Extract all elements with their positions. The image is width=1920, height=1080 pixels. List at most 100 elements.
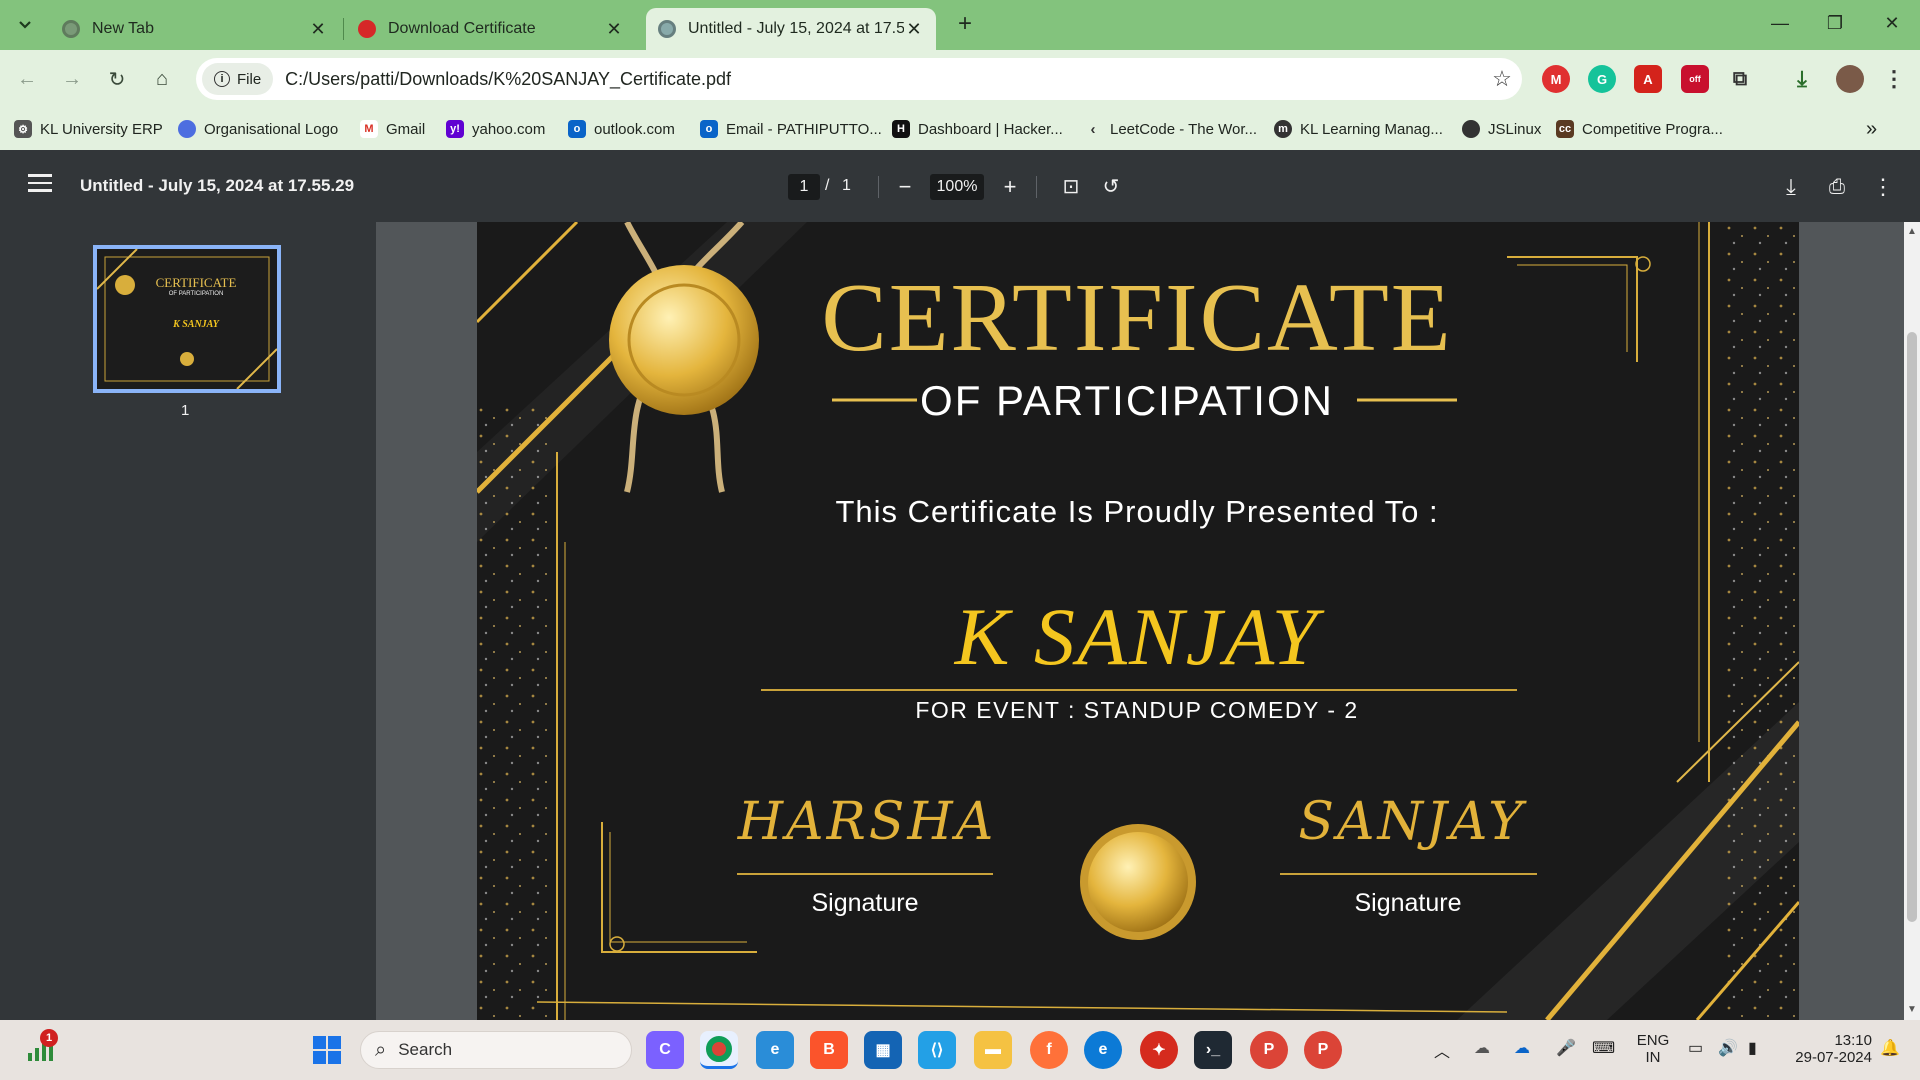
site-info-chip[interactable]: i File (202, 63, 274, 95)
sidebar-menu-icon[interactable] (28, 174, 52, 192)
download-icon[interactable]: ⤓ (1788, 65, 1816, 93)
bookmark-kl-lms[interactable]: m KL Learning Manag... (1274, 116, 1443, 142)
keyboard-icon[interactable]: ⌨ (1592, 1038, 1615, 1058)
bookmark-outlook[interactable]: o outlook.com (568, 116, 675, 142)
restore-icon[interactable]: ❐ (1815, 8, 1855, 38)
back-icon[interactable]: ← (12, 64, 42, 94)
notification-bell-icon[interactable]: 🔔 (1880, 1038, 1900, 1058)
tab-title: New Tab (92, 20, 154, 37)
clock[interactable]: 13:10 29-07-2024 (1786, 1032, 1872, 1066)
chrome-profile-icon[interactable]: P (1250, 1031, 1288, 1069)
widgets-icon[interactable]: 1 (22, 1029, 60, 1069)
fit-page-icon[interactable]: ⊡ (1056, 172, 1086, 202)
recipient-name: K SANJAY (954, 591, 1320, 682)
bookmark-email[interactable]: o Email - PATHIPUTTO... (700, 116, 882, 142)
extensions-puzzle-icon[interactable]: ⧉ (1726, 65, 1754, 93)
mega-extension-icon[interactable]: M (1542, 65, 1570, 93)
grammarly-icon[interactable]: G (1588, 65, 1616, 93)
zoom-level-input[interactable]: 100% (930, 174, 984, 200)
language-indicator[interactable]: ENG IN (1636, 1032, 1670, 1066)
onedrive-icon[interactable]: ☁ (1474, 1038, 1490, 1058)
bookmark-label: KL Learning Manag... (1300, 120, 1443, 138)
bookmark-gmail[interactable]: M Gmail (360, 116, 425, 142)
more-bookmarks-icon[interactable]: » (1866, 116, 1877, 142)
file-explorer-icon[interactable]: ▬ (974, 1031, 1012, 1069)
bookmark-yahoo[interactable]: y! yahoo.com (446, 116, 545, 142)
close-tab-icon[interactable]: ✕ (604, 19, 624, 40)
microphone-icon[interactable]: 🎤 (1556, 1038, 1576, 1058)
print-icon[interactable]: ⎙ (1822, 172, 1852, 202)
chrome-taskbar-icon[interactable] (700, 1031, 738, 1069)
browser-menu-icon[interactable]: ⋮ (1880, 65, 1908, 93)
chrome-profile-icon[interactable]: P (1304, 1031, 1342, 1069)
network-icon[interactable]: ▭ (1688, 1038, 1703, 1058)
url-text[interactable]: C:/Users/patti/Downloads/K%20SANJAY_Cert… (285, 69, 1482, 90)
scrollbar-thumb[interactable] (1907, 332, 1917, 922)
bookmark-codechef[interactable]: cc Competitive Progra... (1556, 116, 1723, 142)
tab-download-certificate[interactable]: Download Certificate ✕ (346, 8, 636, 50)
bookmark-jslinux[interactable]: JSLinux (1462, 116, 1541, 142)
close-tab-icon[interactable]: ✕ (308, 19, 328, 40)
bookmark-org-logo[interactable]: Organisational Logo (178, 116, 338, 142)
tab-strip: New Tab ✕ Download Certificate ✕ Untitle… (0, 0, 1920, 50)
tab-search-button[interactable] (8, 10, 42, 40)
edge-icon[interactable]: e (1084, 1031, 1122, 1069)
bookmark-hackerrank[interactable]: H Dashboard | Hacker... (892, 116, 1063, 142)
event-name: FOR EVENT : STANDUP COMEDY - 2 (915, 697, 1359, 723)
bookmark-label: Email - PATHIPUTTO... (726, 120, 882, 138)
page-number-input[interactable]: 1 (788, 174, 820, 200)
page-thumbnail[interactable]: CERTIFICATE OF PARTICIPATION K SANJAY (93, 245, 281, 393)
tab-new-tab[interactable]: New Tab ✕ (50, 8, 340, 50)
scroll-up-icon[interactable]: ▲ (1907, 226, 1917, 237)
brave-icon[interactable]: B (810, 1031, 848, 1069)
forward-icon[interactable]: → (57, 64, 87, 94)
address-bar[interactable]: i File C:/Users/patti/Downloads/K%20SANJ… (196, 58, 1522, 100)
pdf-extension-icon[interactable]: A (1634, 65, 1662, 93)
close-window-icon[interactable]: ✕ (1872, 8, 1912, 38)
home-icon[interactable]: ⌂ (147, 64, 177, 94)
minimize-icon[interactable]: — (1760, 8, 1800, 38)
firefox-icon[interactable]: f (1030, 1031, 1068, 1069)
app-icon[interactable]: ✦ (1140, 1031, 1178, 1069)
battery-icon[interactable]: ▮ (1748, 1038, 1757, 1058)
new-tab-button[interactable]: + (950, 10, 980, 40)
zoom-in-icon[interactable]: + (995, 172, 1025, 202)
scroll-down-icon[interactable]: ▼ (1907, 1004, 1917, 1015)
copilot-icon[interactable]: C (646, 1031, 684, 1069)
volume-icon[interactable]: 🔊 (1718, 1038, 1738, 1058)
close-tab-icon[interactable]: ✕ (904, 19, 924, 40)
bookmark-leetcode[interactable]: ‹ LeetCode - The Wor... (1084, 116, 1258, 142)
store-icon[interactable]: ▦ (864, 1031, 902, 1069)
windows-logo-icon (313, 1036, 341, 1064)
info-icon: i (214, 71, 230, 87)
vscode-icon[interactable]: ⟨⟩ (918, 1031, 956, 1069)
vertical-scrollbar[interactable]: ▲ ▼ (1904, 222, 1920, 1020)
clock-date: 29-07-2024 (1795, 1049, 1872, 1066)
profile-avatar[interactable] (1836, 65, 1864, 93)
certificate-subheading: OF PARTICIPATION (920, 377, 1334, 424)
adblock-icon[interactable]: off (1681, 65, 1709, 93)
clock-time: 13:10 (1834, 1032, 1872, 1049)
bookmark-label: Competitive Progra... (1582, 120, 1723, 138)
zoom-out-icon[interactable]: − (890, 172, 920, 202)
region-code: IN (1645, 1049, 1661, 1066)
start-windows-icon[interactable] (308, 1031, 346, 1069)
bookmark-star-icon[interactable]: ☆ (1482, 66, 1522, 92)
edge-dev-icon[interactable]: e (756, 1031, 794, 1069)
certificate-page: CERTIFICATE OF PARTICIPATION This Certif… (477, 222, 1799, 1020)
reload-icon[interactable]: ↻ (102, 64, 132, 94)
cloud-icon[interactable]: ☁ (1514, 1038, 1530, 1058)
bookmark-kl-erp[interactable]: ⚙ KL University ERP (14, 116, 163, 142)
pdf-viewer[interactable]: CERTIFICATE OF PARTICIPATION This Certif… (376, 222, 1904, 1020)
more-actions-icon[interactable]: ⋮ (1868, 172, 1898, 202)
moodle-icon: m (1274, 120, 1292, 138)
globe-icon (658, 20, 676, 38)
taskbar-search[interactable]: ⌕ Search (360, 1031, 632, 1069)
show-hidden-icons-icon[interactable]: ︿ (1434, 1038, 1450, 1062)
thumbnail-page-number: 1 (181, 402, 190, 419)
tab-untitled-pdf[interactable]: Untitled - July 15, 2024 at 17.55 ✕ (646, 8, 936, 50)
rotate-icon[interactable]: ↺ (1096, 172, 1126, 202)
terminal-icon[interactable]: ›_ (1194, 1031, 1232, 1069)
windows-taskbar: 1 ⌕ Search C e B ▦ ⟨⟩ ▬ f e ✦ ›_ P P ︿ ☁… (0, 1020, 1920, 1080)
download-icon[interactable]: ⤓ (1776, 172, 1806, 202)
